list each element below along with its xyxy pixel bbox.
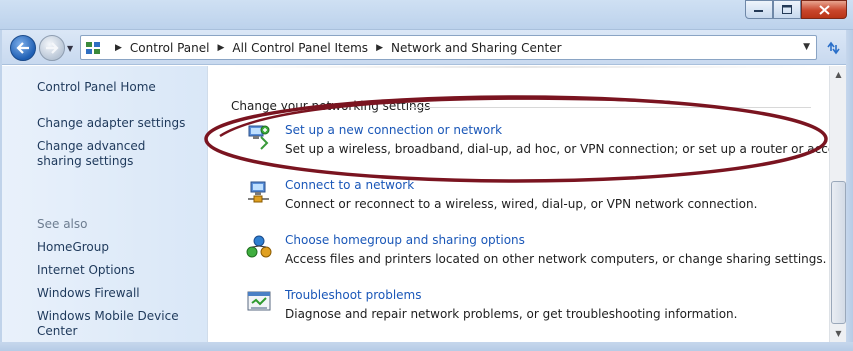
change-adapter-settings-link[interactable]: Change adapter settings bbox=[37, 116, 185, 131]
window-frame-left bbox=[0, 30, 2, 351]
control-panel-home-link[interactable]: Control Panel Home bbox=[37, 80, 156, 95]
address-dropdown-icon[interactable]: ▼ bbox=[803, 42, 810, 52]
internet-options-link[interactable]: Internet Options bbox=[37, 263, 135, 278]
new-connection-icon[interactable] bbox=[245, 123, 273, 151]
homegroup-sharing-description: Access files and printers located on oth… bbox=[285, 252, 827, 266]
homegroup-link[interactable]: HomeGroup bbox=[37, 240, 109, 255]
navigation-bar: ▼ ▶ Control Panel ▶ All Control Panel It… bbox=[0, 30, 853, 65]
window-frame-right bbox=[846, 30, 853, 351]
connect-network-description: Connect or reconnect to a wireless, wire… bbox=[285, 197, 758, 211]
windows-mobile-device-center-link[interactable]: Windows Mobile Device Center bbox=[37, 309, 207, 339]
breadcrumb-network-sharing[interactable]: Network and Sharing Center bbox=[391, 41, 562, 55]
maximize-button[interactable] bbox=[773, 0, 801, 19]
vertical-scrollbar[interactable]: ▲ ▼ bbox=[829, 66, 846, 342]
troubleshoot-link[interactable]: Troubleshoot problems bbox=[285, 288, 421, 302]
recent-pages-dropdown[interactable]: ▼ bbox=[67, 44, 73, 53]
breadcrumb-separator[interactable]: ▶ bbox=[115, 43, 122, 53]
new-connection-description: Set up a wireless, broadband, dial-up, a… bbox=[285, 142, 829, 156]
breadcrumb-separator[interactable]: ▶ bbox=[376, 43, 383, 53]
breadcrumb-control-panel[interactable]: Control Panel bbox=[130, 41, 210, 55]
divider bbox=[231, 66, 811, 68]
scrollbar-thumb[interactable] bbox=[831, 181, 846, 324]
connect-network-icon[interactable] bbox=[245, 178, 273, 206]
close-icon bbox=[818, 4, 830, 15]
back-arrow-icon bbox=[16, 42, 29, 54]
refresh-button[interactable] bbox=[820, 36, 846, 59]
new-connection-link[interactable]: Set up a new connection or network bbox=[285, 123, 502, 137]
close-button[interactable] bbox=[801, 0, 847, 19]
window-frame-bottom bbox=[0, 342, 853, 351]
connect-network-link[interactable]: Connect to a network bbox=[285, 178, 414, 192]
windows-firewall-link[interactable]: Windows Firewall bbox=[37, 286, 140, 301]
section-divider bbox=[409, 107, 811, 108]
refresh-icon bbox=[827, 41, 840, 54]
maximize-icon bbox=[781, 4, 792, 14]
minimize-icon bbox=[754, 9, 763, 12]
homegroup-sharing-link[interactable]: Choose homegroup and sharing options bbox=[285, 233, 525, 247]
control-panel-icon bbox=[85, 40, 101, 56]
breadcrumb-all-items[interactable]: All Control Panel Items bbox=[232, 41, 368, 55]
forward-button[interactable] bbox=[39, 35, 65, 61]
change-advanced-sharing-link[interactable]: Change advanced sharing settings bbox=[37, 139, 187, 169]
see-also-heading: See also bbox=[37, 217, 88, 231]
scroll-up-arrow-icon[interactable]: ▲ bbox=[831, 66, 846, 83]
main-content-pane: Change your networking settings Set up a… bbox=[209, 66, 829, 342]
troubleshoot-description: Diagnose and repair network problems, or… bbox=[285, 307, 738, 321]
address-bar[interactable]: ▶ Control Panel ▶ All Control Panel Item… bbox=[80, 35, 817, 60]
homegroup-icon[interactable] bbox=[245, 233, 273, 261]
title-bar bbox=[0, 0, 853, 30]
section-title: Change your networking settings bbox=[231, 99, 431, 113]
troubleshoot-icon[interactable] bbox=[245, 288, 273, 316]
back-button[interactable] bbox=[10, 35, 36, 61]
breadcrumb-separator[interactable]: ▶ bbox=[218, 43, 225, 53]
forward-arrow-icon bbox=[46, 42, 59, 54]
left-navigation-pane: Control Panel Home Change adapter settin… bbox=[0, 66, 208, 342]
caption-buttons bbox=[745, 0, 847, 19]
scroll-down-arrow-icon[interactable]: ▼ bbox=[831, 325, 846, 342]
minimize-button[interactable] bbox=[745, 0, 773, 19]
